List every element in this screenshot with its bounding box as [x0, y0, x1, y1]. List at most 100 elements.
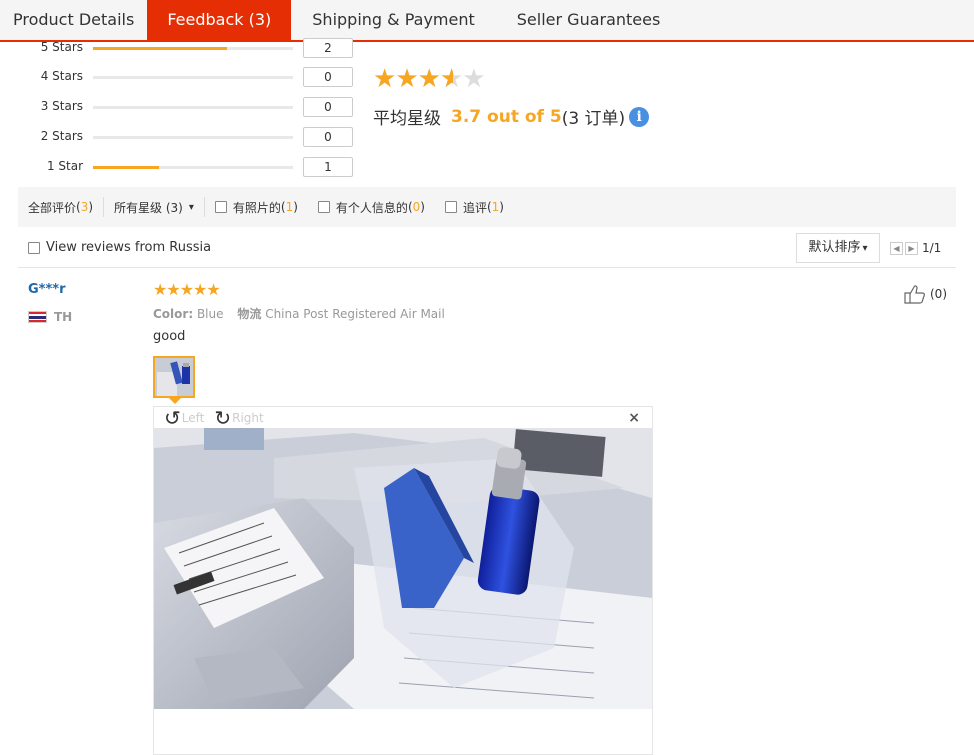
star-filter-value: 所有星级 (3) — [114, 200, 183, 215]
rating-row-5: 5 Stars 2 — [0, 38, 360, 58]
star-empty-icon: ★ — [462, 64, 485, 94]
filter-followup[interactable]: 追评(1) — [435, 199, 514, 216]
pagination: ◀ ▶ 1/1 — [890, 241, 941, 255]
rating-count-box: 2 — [303, 38, 353, 58]
helpful-button[interactable]: (0) — [903, 284, 947, 304]
star-icon: ★ — [153, 280, 167, 299]
star-filter-select[interactable]: 所有星级 (3) ▾ — [104, 199, 204, 216]
sort-select[interactable]: 默认排序 ▾ — [796, 233, 880, 263]
filter-followup-label: 追评 — [462, 200, 487, 215]
color-label: Color: — [153, 307, 194, 321]
close-icon[interactable]: × — [628, 410, 640, 426]
info-icon[interactable]: i — [629, 106, 650, 127]
star-icon: ★ — [166, 280, 180, 299]
filter-with-photos[interactable]: 有照片的(1) — [205, 199, 308, 216]
filter-followup-count: 1 — [491, 200, 500, 214]
country-code: TH — [54, 310, 73, 324]
with-info-checkbox[interactable] — [317, 201, 330, 213]
photo-viewer-toolbar: ↺ Left ↻ Right — [154, 407, 652, 428]
next-page-button[interactable]: ▶ — [905, 241, 918, 255]
prev-page-button[interactable]: ◀ — [890, 241, 903, 255]
chevron-down-icon: ▾ — [188, 201, 194, 213]
star-icon: ★ — [193, 280, 207, 299]
rotate-right-label: Right — [232, 410, 264, 425]
rating-row-label: 2 Stars — [40, 129, 83, 143]
average-rating-summary: 平均星级 3.7 out of 5 (3 订单) i — [373, 104, 650, 129]
rating-bar — [93, 76, 293, 79]
average-rating-stars: ★★★★ ★ — [373, 64, 486, 94]
photo-thumbnail-image — [155, 358, 193, 396]
rating-row-4: 4 Stars 0 — [0, 67, 360, 87]
review-text: good — [153, 329, 186, 344]
rotate-left-label: Left — [181, 410, 205, 425]
review-photo-thumbnail[interactable] — [153, 356, 195, 398]
star-icon: ★ — [373, 64, 396, 94]
logistics-value: China Post Registered Air Mail — [265, 307, 445, 321]
review-meta: Color: Blue 物流 China Post Registered Air… — [153, 305, 445, 322]
order-count: (3 订单) — [561, 109, 626, 129]
rating-count-box: 0 — [303, 127, 353, 147]
russia-checkbox[interactable] — [28, 241, 40, 254]
star-icon: ★ — [395, 64, 418, 94]
filter-all-count: 3 — [80, 200, 89, 214]
divider — [18, 267, 956, 268]
rating-row-label: 1 Star — [46, 159, 83, 173]
rotate-right-button[interactable]: ↻ Right — [214, 405, 264, 430]
rating-bar — [93, 136, 293, 139]
page-indicator: 1/1 — [922, 241, 942, 255]
rotate-right-icon: ↻ — [214, 405, 232, 430]
review-photo — [154, 428, 652, 709]
star-icon: ★ — [417, 64, 441, 94]
thumbs-up-icon — [904, 285, 925, 304]
chevron-down-icon: ▾ — [862, 243, 868, 254]
rating-bar — [93, 166, 293, 169]
star-icon: ★ — [179, 280, 194, 299]
filter-paren: ) — [88, 200, 94, 214]
rating-row-label: 4 Stars — [40, 69, 83, 83]
review-filter-bar: 全部评价(3) 所有星级 (3) ▾ 有照片的(1) 有个人信息的(0) 追评(1… — [18, 187, 956, 227]
average-rating-label: 平均星级 — [373, 109, 441, 129]
with-photos-checkbox[interactable] — [214, 201, 227, 213]
logistics-label: 物流 — [237, 307, 262, 321]
rating-row-2: 2 Stars 0 — [0, 127, 360, 147]
rating-row-3: 3 Stars 0 — [0, 97, 360, 117]
russia-filter[interactable]: View reviews from Russia — [28, 240, 211, 255]
rating-bar — [93, 47, 293, 50]
filter-with-info[interactable]: 有个人信息的(0) — [308, 199, 435, 216]
rating-count-box: 0 — [303, 97, 353, 117]
review-rating-stars: ★★★★★ — [153, 280, 221, 299]
followup-checkbox[interactable] — [444, 201, 457, 213]
rating-bar — [93, 106, 293, 109]
filter-with-info-label: 有个人信息的 — [335, 200, 408, 215]
tab-seller-guarantees[interactable]: Seller Guarantees — [504, 0, 674, 40]
photo-viewer: ↺ Left ↻ Right × — [153, 406, 653, 755]
half-star-icon: ★ — [440, 66, 463, 92]
rating-count-box: 0 — [303, 67, 353, 87]
tab-bar: Product Details Feedback (3) Shipping & … — [0, 0, 974, 42]
tab-product-details[interactable]: Product Details — [0, 0, 147, 40]
star-icon: ★ — [206, 280, 220, 299]
filter-all-label: 全部评价 — [28, 200, 77, 215]
thailand-flag-icon — [28, 311, 47, 323]
rotate-left-icon: ↺ — [164, 405, 181, 430]
helpful-count: (0) — [930, 287, 947, 301]
tab-feedback[interactable]: Feedback (3) — [147, 0, 292, 40]
rating-bar-fill — [93, 166, 159, 169]
average-rating-score: 3.7 out of 5 — [451, 106, 562, 127]
rating-bar-fill — [93, 47, 227, 50]
filter-with-photos-count: 1 — [285, 200, 294, 214]
sort-select-value: 默认排序 — [808, 240, 861, 255]
rating-row-1: 1 Star 1 — [0, 157, 360, 177]
tab-shipping-payment[interactable]: Shipping & Payment — [299, 0, 488, 40]
review-photo-image — [154, 428, 652, 709]
filter-all-reviews[interactable]: 全部评价(3) — [18, 199, 103, 216]
reviewer-country: TH — [28, 310, 72, 324]
filter-with-photos-label: 有照片的 — [232, 200, 281, 215]
color-value: Blue — [196, 307, 224, 321]
rating-row-label: 3 Stars — [40, 99, 83, 113]
filter-with-info-count: 0 — [412, 200, 421, 214]
rotate-left-button[interactable]: ↺ Left — [164, 405, 205, 430]
reviewer-name[interactable]: G***r — [28, 282, 65, 297]
thumbnail-pointer — [168, 397, 182, 404]
rating-count-box: 1 — [303, 157, 353, 177]
